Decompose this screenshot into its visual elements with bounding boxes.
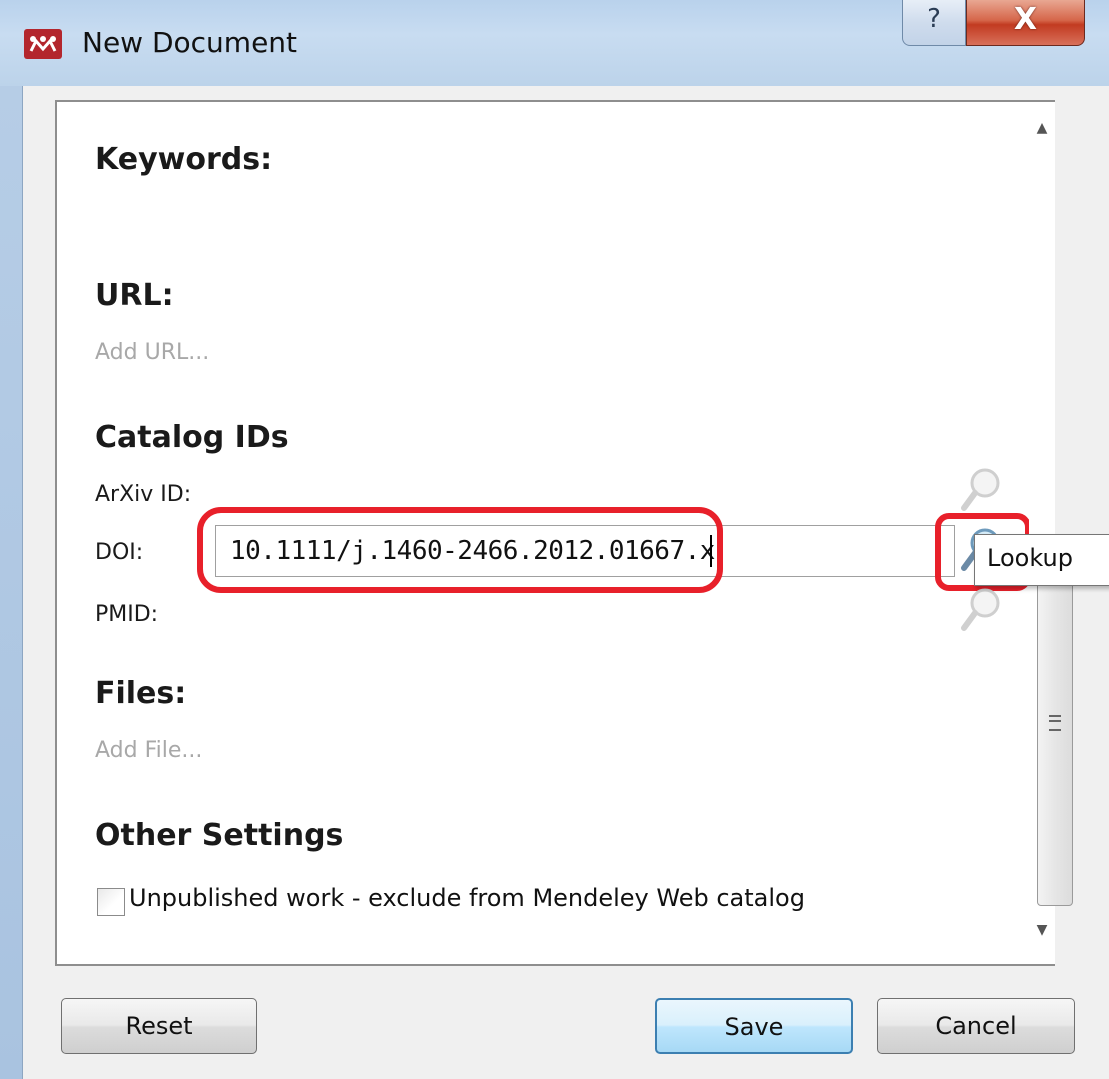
scroll-grip-icon [1049,715,1061,731]
reset-button[interactable]: Reset [61,998,257,1054]
save-button[interactable]: Save [655,998,853,1054]
help-label: ? [927,4,941,34]
lookup-tooltip: Lookup [974,534,1109,586]
arxiv-id-label: ArXiv ID: [95,482,192,507]
window-title: New Document [82,26,298,59]
help-button[interactable]: ? [902,0,966,46]
close-icon: X [1013,2,1038,37]
arxiv-lookup-magnifier-icon[interactable] [959,466,1003,514]
scrollbar-thumb[interactable] [1037,542,1073,906]
files-heading: Files: [95,676,187,711]
mendeley-logo-icon [24,29,62,59]
scroll-down-arrow-icon[interactable]: ▼ [1029,922,1055,952]
doi-highlight-annotation [197,507,723,593]
catalog-ids-heading: Catalog IDs [95,420,289,455]
tooltip-text: Lookup [987,544,1073,572]
add-url-link[interactable]: Add URL... [95,340,209,365]
url-heading: URL: [95,278,174,313]
add-file-link[interactable]: Add File... [95,738,202,763]
other-settings-heading: Other Settings [95,818,344,853]
dialog-body: Keywords: URL: Add URL... Catalog IDs Ar… [22,86,1109,1079]
dialog-window: New Document ? X Keywords: URL: Add URL.… [0,0,1109,1079]
scroll-up-arrow-icon[interactable]: ▲ [1029,120,1055,150]
doi-label: DOI: [95,540,144,565]
pmid-label: PMID: [95,602,159,627]
unpublished-label[interactable]: Unpublished work - exclude from Mendeley… [129,884,805,912]
unpublished-checkbox[interactable] [97,888,125,916]
details-panel: Keywords: URL: Add URL... Catalog IDs Ar… [55,100,1073,966]
cancel-button[interactable]: Cancel [877,998,1075,1054]
pmid-lookup-magnifier-icon[interactable] [959,586,1003,634]
title-bar: New Document ? X [0,0,1109,86]
close-button[interactable]: X [966,0,1085,46]
keywords-heading: Keywords: [95,142,273,177]
